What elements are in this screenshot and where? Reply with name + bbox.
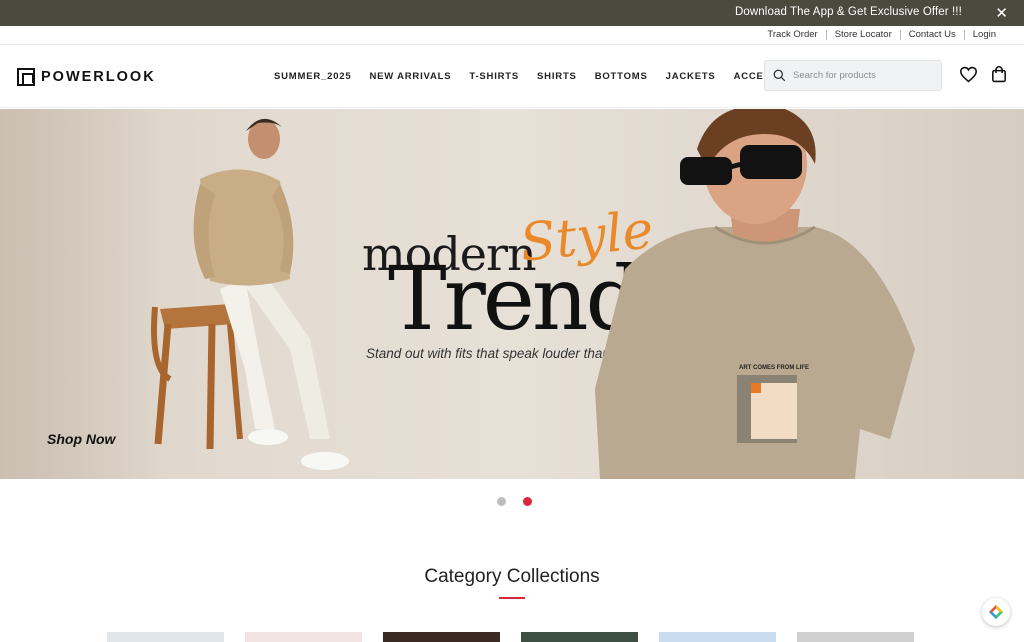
utility-bar: Track Order Store Locator Contact Us Log…: [0, 26, 1024, 45]
category-card[interactable]: [659, 632, 776, 642]
nav-t-shirts[interactable]: T-SHIRTS: [469, 71, 519, 82]
seated-model-illustration: [151, 118, 349, 470]
standing-model-illustration: [595, 109, 915, 479]
help-icon[interactable]: [982, 598, 1010, 626]
main-header: POWERLOOK SUMMER_2025 NEW ARRIVALS T-SHI…: [0, 45, 1024, 108]
title-underline: [499, 597, 525, 599]
close-icon[interactable]: ✕: [995, 4, 1008, 22]
hero-banner[interactable]: modern Style Trends Stand out with fits …: [0, 109, 1024, 479]
category-card[interactable]: [521, 632, 638, 642]
main-nav: SUMMER_2025 NEW ARRIVALS T-SHIRTS SHIRTS…: [274, 71, 830, 82]
nav-bottoms[interactable]: BOTTOMS: [595, 71, 648, 82]
search-box[interactable]: [764, 60, 942, 91]
track-order-link[interactable]: Track Order: [759, 30, 825, 40]
category-row: [107, 632, 914, 642]
store-locator-link[interactable]: Store Locator: [825, 30, 900, 40]
heart-icon[interactable]: [959, 66, 978, 88]
carousel-dots: [497, 497, 532, 506]
category-section-title: Category Collections: [424, 566, 600, 587]
login-link[interactable]: Login: [963, 30, 1004, 40]
promo-text[interactable]: Download The App & Get Exclusive Offer !…: [735, 6, 962, 18]
logo-mark-icon: [17, 68, 35, 86]
bag-icon[interactable]: [991, 66, 1007, 88]
contact-us-link[interactable]: Contact Us: [899, 30, 964, 40]
nav-shirts[interactable]: SHIRTS: [537, 71, 577, 82]
category-card[interactable]: [107, 632, 224, 642]
brand-logo[interactable]: POWERLOOK: [17, 68, 156, 86]
promo-bar: Download The App & Get Exclusive Offer !…: [0, 0, 1024, 26]
hero-shade: [0, 109, 160, 479]
category-card[interactable]: [245, 632, 362, 642]
shop-now-button[interactable]: Shop Now: [47, 431, 115, 447]
search-icon: [773, 69, 786, 82]
carousel-dot-1[interactable]: [497, 497, 506, 506]
category-card[interactable]: [383, 632, 500, 642]
brand-name: POWERLOOK: [41, 69, 156, 85]
tee-print-text: ART COMES FROM LIFE: [739, 365, 809, 371]
category-card[interactable]: [797, 632, 914, 642]
nav-summer-2025[interactable]: SUMMER_2025: [274, 71, 351, 82]
nav-jackets[interactable]: JACKETS: [666, 71, 716, 82]
carousel-dot-2[interactable]: [523, 497, 532, 506]
search-input[interactable]: [793, 70, 933, 81]
nav-new-arrivals[interactable]: NEW ARRIVALS: [369, 71, 451, 82]
